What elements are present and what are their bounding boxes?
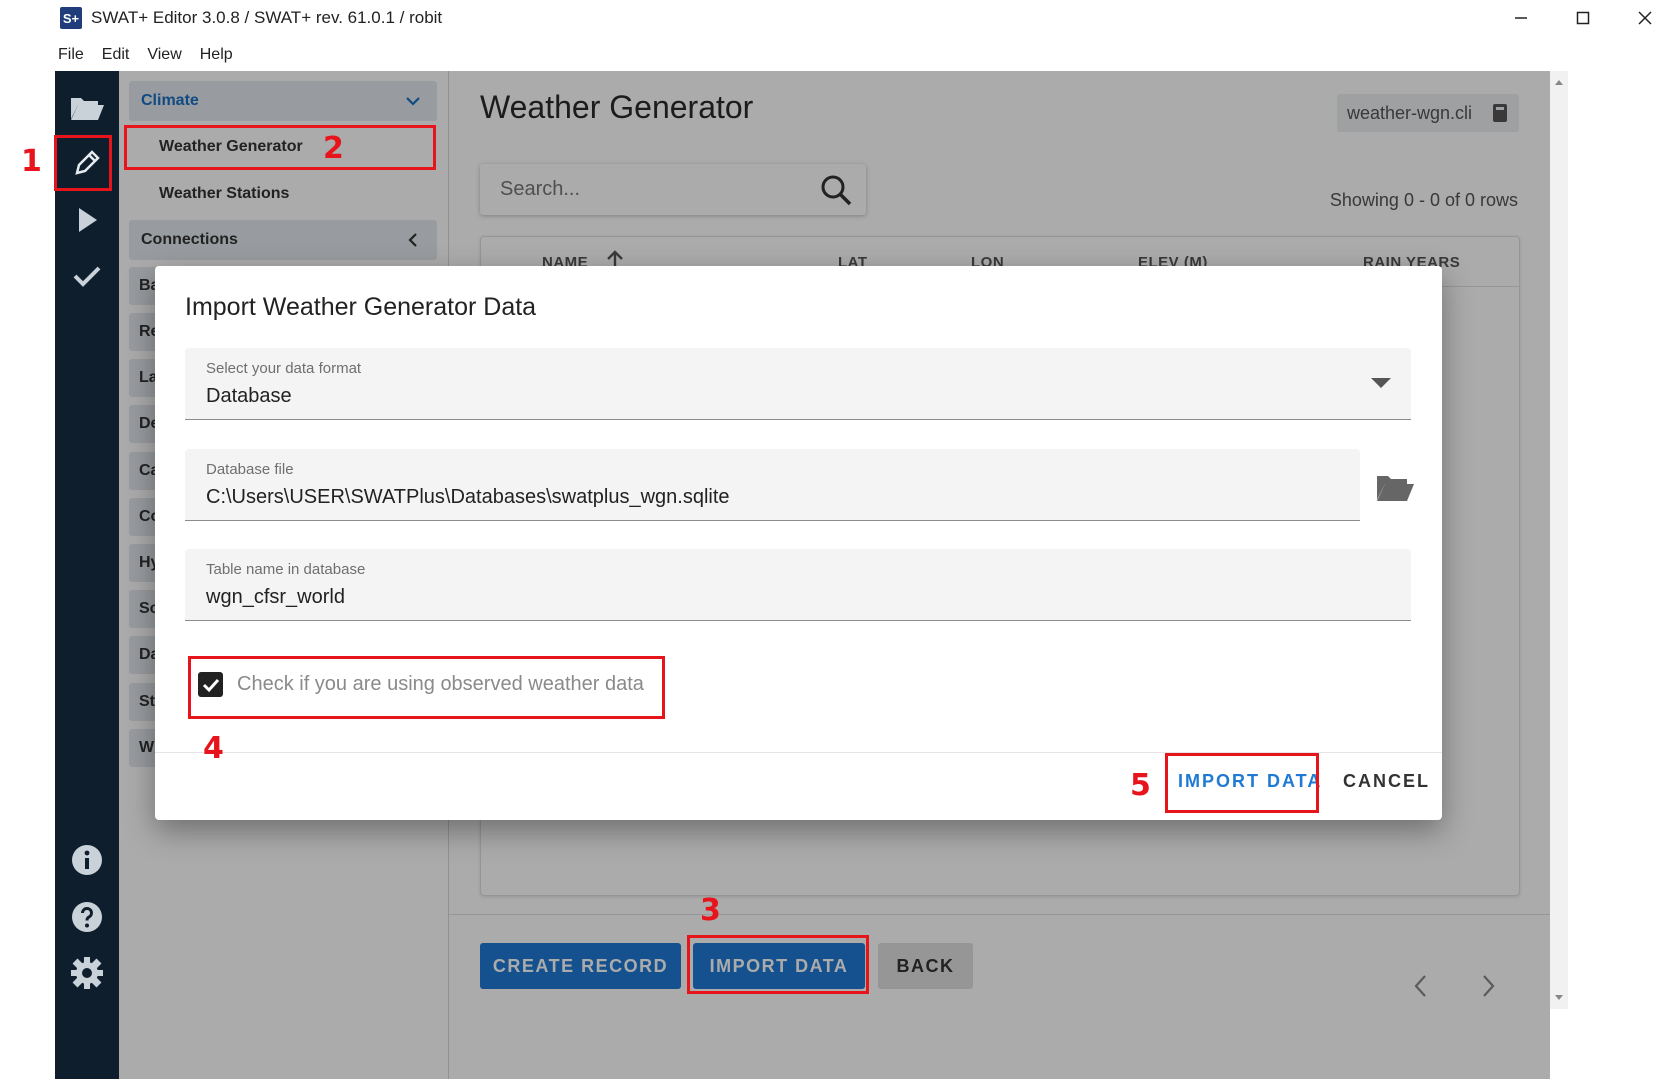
folder-open-icon[interactable] bbox=[1375, 470, 1415, 504]
scroll-down-icon[interactable] bbox=[1554, 993, 1564, 1003]
menu-edit[interactable]: Edit bbox=[102, 46, 130, 64]
format-select[interactable]: Select your data format Database bbox=[185, 348, 1411, 420]
dropdown-arrow-icon bbox=[1371, 378, 1391, 388]
format-select-value: Database bbox=[206, 385, 292, 407]
menu-view[interactable]: View bbox=[147, 46, 181, 64]
dialog-title: Import Weather Generator Data bbox=[185, 293, 537, 321]
info-icon[interactable] bbox=[55, 834, 119, 886]
check-icon[interactable] bbox=[55, 250, 119, 302]
dialog-cancel-button[interactable]: CANCEL bbox=[1343, 771, 1430, 792]
import-dialog: Import Weather Generator Data Select you… bbox=[155, 266, 1442, 820]
play-icon[interactable] bbox=[55, 194, 119, 246]
table-name-value: wgn_cfsr_world bbox=[206, 586, 345, 608]
annotation-box-2 bbox=[124, 125, 436, 170]
maximize-icon[interactable] bbox=[1552, 0, 1614, 36]
menu-help[interactable]: Help bbox=[200, 46, 233, 64]
database-file-label: Database file bbox=[206, 461, 294, 478]
annotation-box-5 bbox=[1165, 753, 1319, 813]
table-name-field[interactable]: Table name in database wgn_cfsr_world bbox=[185, 549, 1411, 621]
annotation-number-2: 2 bbox=[323, 131, 344, 166]
table-name-label: Table name in database bbox=[206, 561, 366, 578]
gear-icon[interactable] bbox=[55, 947, 119, 999]
annotation-box-4 bbox=[188, 656, 665, 719]
menu-file[interactable]: File bbox=[58, 46, 84, 64]
annotation-box-3 bbox=[687, 935, 869, 994]
menu-bar: File Edit View Help bbox=[55, 42, 248, 68]
format-select-label: Select your data format bbox=[206, 360, 362, 377]
window-title: SWAT+ Editor 3.0.8 / SWAT+ rev. 61.0.1 /… bbox=[91, 8, 443, 27]
window-controls bbox=[1490, 0, 1676, 36]
help-icon[interactable] bbox=[55, 891, 119, 943]
annotation-number-5: 5 bbox=[1130, 768, 1151, 803]
app-logo: S+ bbox=[60, 7, 82, 29]
database-file-field[interactable]: Database file C:\Users\USER\SWATPlus\Dat… bbox=[185, 449, 1360, 521]
scroll-up-icon[interactable] bbox=[1554, 77, 1564, 87]
annotation-number-4: 4 bbox=[203, 731, 224, 766]
close-icon[interactable] bbox=[1614, 0, 1676, 36]
folder-open-icon[interactable] bbox=[55, 81, 119, 133]
minimize-icon[interactable] bbox=[1490, 0, 1552, 36]
icon-rail bbox=[55, 71, 119, 1079]
annotation-box-1 bbox=[54, 135, 112, 191]
annotation-number-3: 3 bbox=[700, 893, 721, 928]
scrollbar[interactable] bbox=[1550, 71, 1568, 1009]
title-bar: S+ SWAT+ Editor 3.0.8 / SWAT+ rev. 61.0.… bbox=[55, 0, 1676, 36]
database-file-value: C:\Users\USER\SWATPlus\Databases\swatplu… bbox=[206, 486, 730, 508]
annotation-number-1: 1 bbox=[21, 144, 42, 179]
